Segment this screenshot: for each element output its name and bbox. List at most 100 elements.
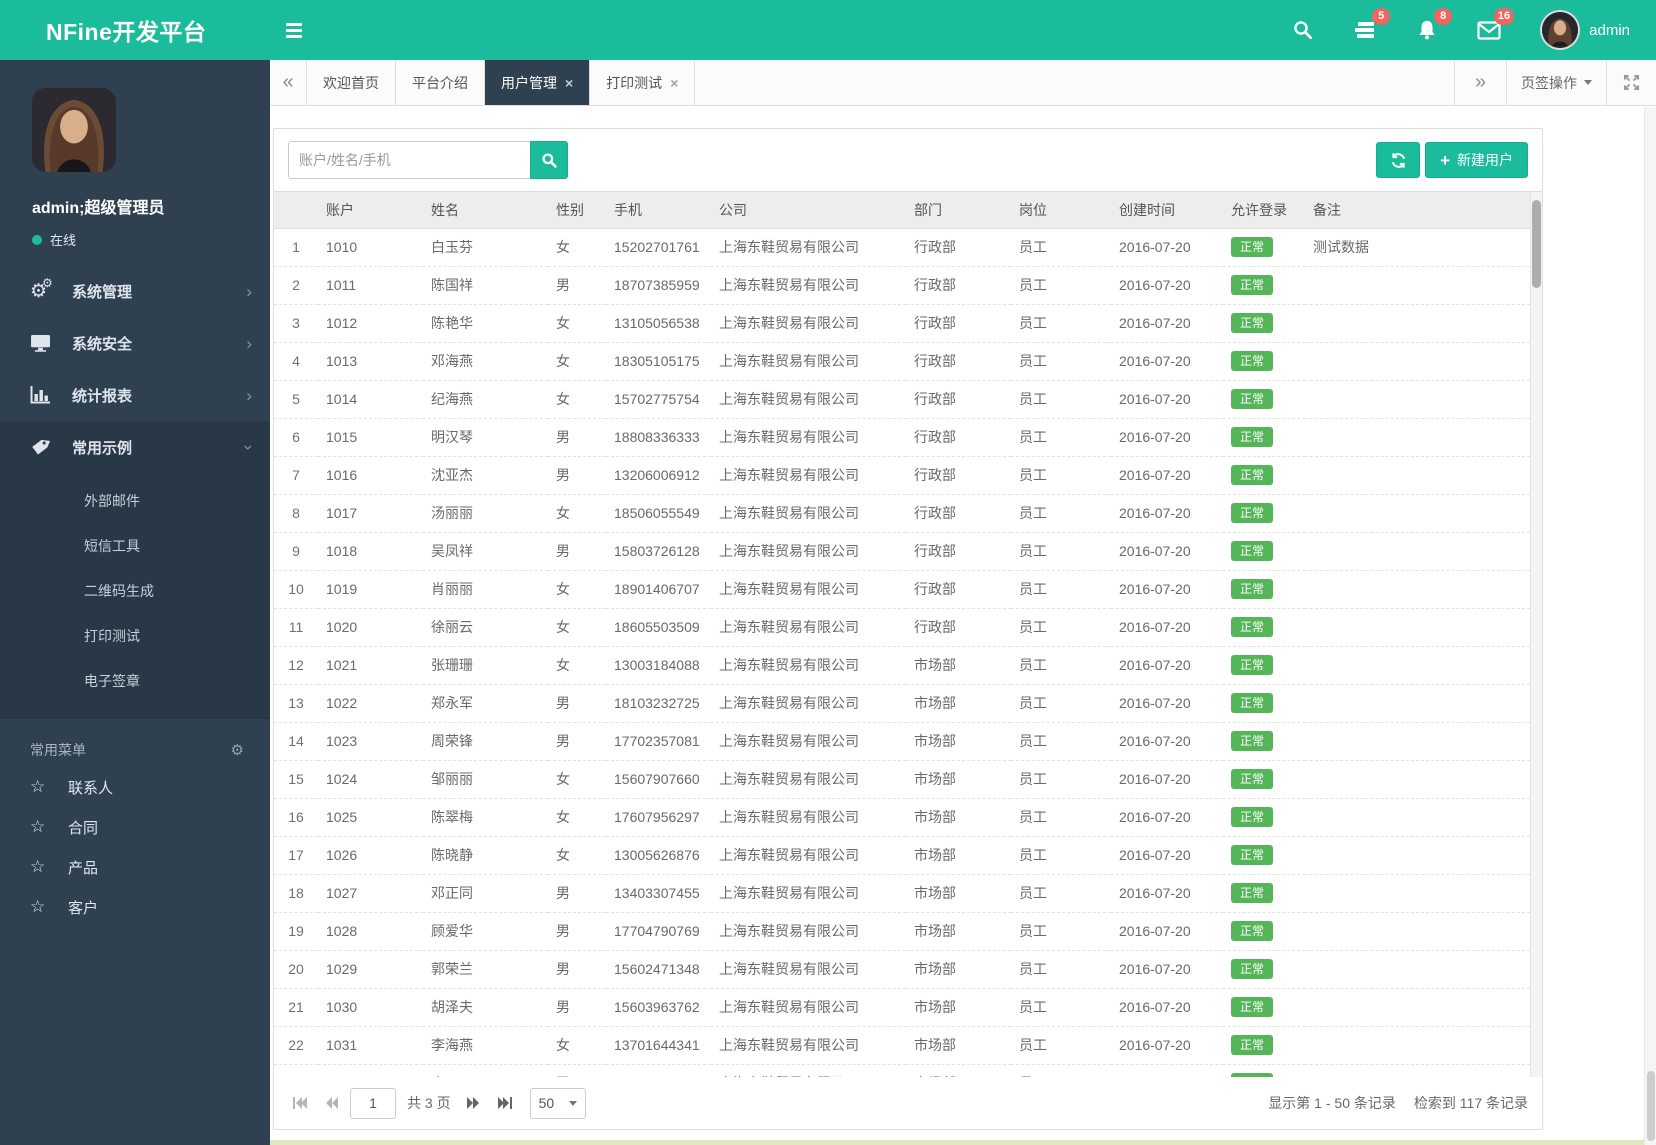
col-created[interactable]: 创建时间 [1111, 192, 1223, 229]
col-note[interactable]: 备注 [1305, 192, 1530, 229]
table-row[interactable]: 18 1027 邓正同男 13403307455 上海东鞋贸易有限公司 市场部 员工 2016… [274, 874, 1530, 913]
status-badge: 正常 [1231, 807, 1274, 827]
table-row[interactable]: 1 1010 白玉芬女 15202701761 上海东鞋贸易有限公司 行政部 员工 2016-… [274, 228, 1530, 267]
cell-name: 张珊珊 [423, 646, 548, 685]
table-row[interactable]: 10 1019 肖丽丽女 18901406707 上海东鞋贸易有限公司 行政部 员工 2016… [274, 570, 1530, 609]
next-page-button[interactable] [462, 1091, 486, 1115]
cell-account: 1016 [318, 456, 423, 495]
cell-status: 正常 [1223, 684, 1305, 723]
table-row[interactable]: 12 1021 张珊珊女 13003184088 上海东鞋贸易有限公司 市场部 员工 2016… [274, 646, 1530, 685]
notifications-bell-icon[interactable]: 8 [1414, 8, 1453, 43]
close-icon[interactable]: × [670, 75, 678, 91]
table-row[interactable]: 3 1012 陈艳华女 13105056538 上海东鞋贸易有限公司 行政部 员工 2016-… [274, 304, 1530, 343]
tab-platform-intro[interactable]: 平台介绍 [396, 60, 485, 105]
col-department[interactable]: 部门 [906, 192, 1011, 229]
row-index: 14 [274, 722, 318, 761]
last-page-button[interactable] [493, 1091, 517, 1115]
window-scrollbar-thumb[interactable] [1647, 1071, 1655, 1141]
content-area: + 新建用户 账户 姓名 [270, 107, 1656, 1145]
tab-user-management[interactable]: 用户管理 × [485, 60, 591, 105]
tab-print-test[interactable]: 打印测试 × [590, 60, 696, 105]
sidebar-item-products[interactable]: ☆ 产品 [0, 847, 270, 887]
sidebar-item-contacts[interactable]: ☆ 联系人 [0, 767, 270, 807]
cell-note [1305, 646, 1530, 685]
table-row[interactable]: 4 1013 邓海燕女 18305105175 上海东鞋贸易有限公司 行政部 员工 2016-… [274, 342, 1530, 381]
tabs-scroll-left-button[interactable]: « [270, 60, 307, 105]
col-name[interactable]: 姓名 [423, 192, 548, 229]
page-size-select[interactable]: 50 [529, 1087, 586, 1119]
cell-phone: 15803726128 [606, 532, 711, 571]
cell-company: 上海东鞋贸易有限公司 [711, 1064, 906, 1077]
refresh-button[interactable] [1376, 142, 1421, 178]
tasks-icon[interactable]: 5 [1352, 8, 1391, 43]
col-company[interactable]: 公司 [711, 192, 906, 229]
tabs-scroll-right-button[interactable]: » [1454, 60, 1506, 105]
table-row[interactable]: 7 1016 沈亚杰男 13206006912 上海东鞋贸易有限公司 行政部 员工 2016-… [274, 456, 1530, 495]
close-icon[interactable]: × [565, 75, 573, 91]
sidebar-item-contracts[interactable]: ☆ 合同 [0, 807, 270, 847]
table-row[interactable]: 17 1026 陈晓静女 13005626876 上海东鞋贸易有限公司 市场部 员工 2016… [274, 836, 1530, 875]
sidebar-item-statistics-report[interactable]: 统计报表 › [0, 369, 270, 421]
col-phone[interactable]: 手机 [606, 192, 711, 229]
cell-status: 正常 [1223, 304, 1305, 343]
sidebar-item-common-examples[interactable]: 常用示例 › [0, 421, 270, 473]
table-row[interactable]: 8 1017 汤丽丽女 18506055549 上海东鞋贸易有限公司 行政部 员工 2016-… [274, 494, 1530, 533]
cell-account: 1014 [318, 380, 423, 419]
table-row[interactable]: 16 1025 陈翠梅女 17607956297 上海东鞋贸易有限公司 市场部 员工 2016… [274, 798, 1530, 837]
sidebar-subitem-print-test[interactable]: 打印测试 [0, 614, 270, 659]
table-row[interactable]: 13 1022 郑永军男 18103232725 上海东鞋贸易有限公司 市场部 员工 2016… [274, 684, 1530, 723]
table-row[interactable]: 19 1028 顾爱华男 17704790769 上海东鞋贸易有限公司 市场部 员工 2016… [274, 912, 1530, 951]
cell-gender: 男 [548, 1064, 606, 1077]
status-badge: 正常 [1231, 769, 1274, 789]
menu-toggle-icon[interactable] [286, 17, 312, 43]
user-avatar[interactable] [1540, 10, 1581, 50]
profile-avatar[interactable] [32, 88, 116, 172]
cell-department: 市场部 [906, 1064, 1011, 1077]
table-scrollbar[interactable] [1530, 192, 1542, 1077]
sidebar-item-system-management[interactable]: ⚙ ⚙ 系统管理 › [0, 265, 270, 317]
window-scrollbar[interactable] [1644, 107, 1656, 1145]
tab-label: 用户管理 [501, 74, 557, 91]
previous-page-button[interactable] [319, 1091, 343, 1115]
search-input[interactable] [288, 141, 530, 179]
sidebar-subitem-external-mail[interactable]: 外部邮件 [0, 479, 270, 524]
cell-account: 1030 [318, 988, 423, 1027]
sidebar-item-system-security[interactable]: 系统安全 › [0, 317, 270, 369]
gear-icon[interactable]: ⚙ [231, 741, 244, 759]
page-number-input[interactable] [350, 1087, 396, 1119]
table-row[interactable]: 14 1023 周荣锋男 17702357081 上海东鞋贸易有限公司 市场部 员工 2016… [274, 722, 1530, 761]
table-row[interactable]: 2 1011 陈国祥男 18707385959 上海东鞋贸易有限公司 行政部 员工 2016-… [274, 266, 1530, 305]
col-position[interactable]: 岗位 [1011, 192, 1111, 229]
cell-position: 员工 [1011, 1064, 1111, 1077]
col-gender[interactable]: 性别 [548, 192, 606, 229]
sidebar-subitem-qrcode-generator[interactable]: 二维码生成 [0, 569, 270, 614]
cell-note [1305, 950, 1530, 989]
fullscreen-icon[interactable] [1606, 60, 1656, 105]
table-row[interactable]: 15 1024 邹丽丽女 15607907660 上海东鞋贸易有限公司 市场部 员工 2016… [274, 760, 1530, 799]
cell-department: 市场部 [906, 1026, 1011, 1065]
table-row[interactable]: 6 1015 明汉琴男 18808336333 上海东鞋贸易有限公司 行政部 员工 2016-… [274, 418, 1530, 457]
table-row[interactable]: 20 1029 郭荣兰男 15602471348 上海东鞋贸易有限公司 市场部 员工 2016… [274, 950, 1530, 989]
table-row[interactable]: 21 1030 胡泽夫男 15603963762 上海东鞋贸易有限公司 市场部 员工 2016… [274, 988, 1530, 1027]
cell-status: 正常 [1223, 570, 1305, 609]
tab-actions-dropdown[interactable]: 页签操作 [1506, 60, 1606, 105]
page-footer-strip [270, 1140, 1656, 1145]
table-row[interactable]: 22 1031 李海燕女 13701644341 上海东鞋贸易有限公司 市场部 员工 2016… [274, 1026, 1530, 1065]
tab-welcome[interactable]: 欢迎首页 [307, 60, 396, 105]
table-row[interactable]: 5 1014 纪海燕女 15702775754 上海东鞋贸易有限公司 行政部 员工 2016-… [274, 380, 1530, 419]
messages-envelope-icon[interactable]: 16 [1476, 8, 1515, 43]
table-row[interactable]: 9 1018 吴凤祥男 15803726128 上海东鞋贸易有限公司 行政部 员工 2016-… [274, 532, 1530, 571]
table-row[interactable]: 231032李云男18207194920上海东鞋贸易有限公司市场部员工2016-… [274, 1064, 1530, 1077]
col-account[interactable]: 账户 [318, 192, 423, 229]
table-scrollbar-thumb[interactable] [1532, 200, 1541, 288]
search-icon[interactable] [1290, 17, 1316, 43]
first-page-button[interactable] [288, 1091, 312, 1115]
add-user-button[interactable]: + 新建用户 [1425, 142, 1528, 178]
col-login-allowed[interactable]: 允许登录 [1223, 192, 1305, 229]
sidebar-subitem-e-signature[interactable]: 电子签章 [0, 659, 270, 704]
sidebar-item-customers[interactable]: ☆ 客户 [0, 887, 270, 927]
cell-gender: 男 [548, 532, 606, 571]
table-row[interactable]: 11 1020 徐丽云女 18605503509 上海东鞋贸易有限公司 行政部 员工 2016… [274, 608, 1530, 647]
sidebar-subitem-sms-tool[interactable]: 短信工具 [0, 524, 270, 569]
search-button[interactable] [530, 141, 568, 179]
